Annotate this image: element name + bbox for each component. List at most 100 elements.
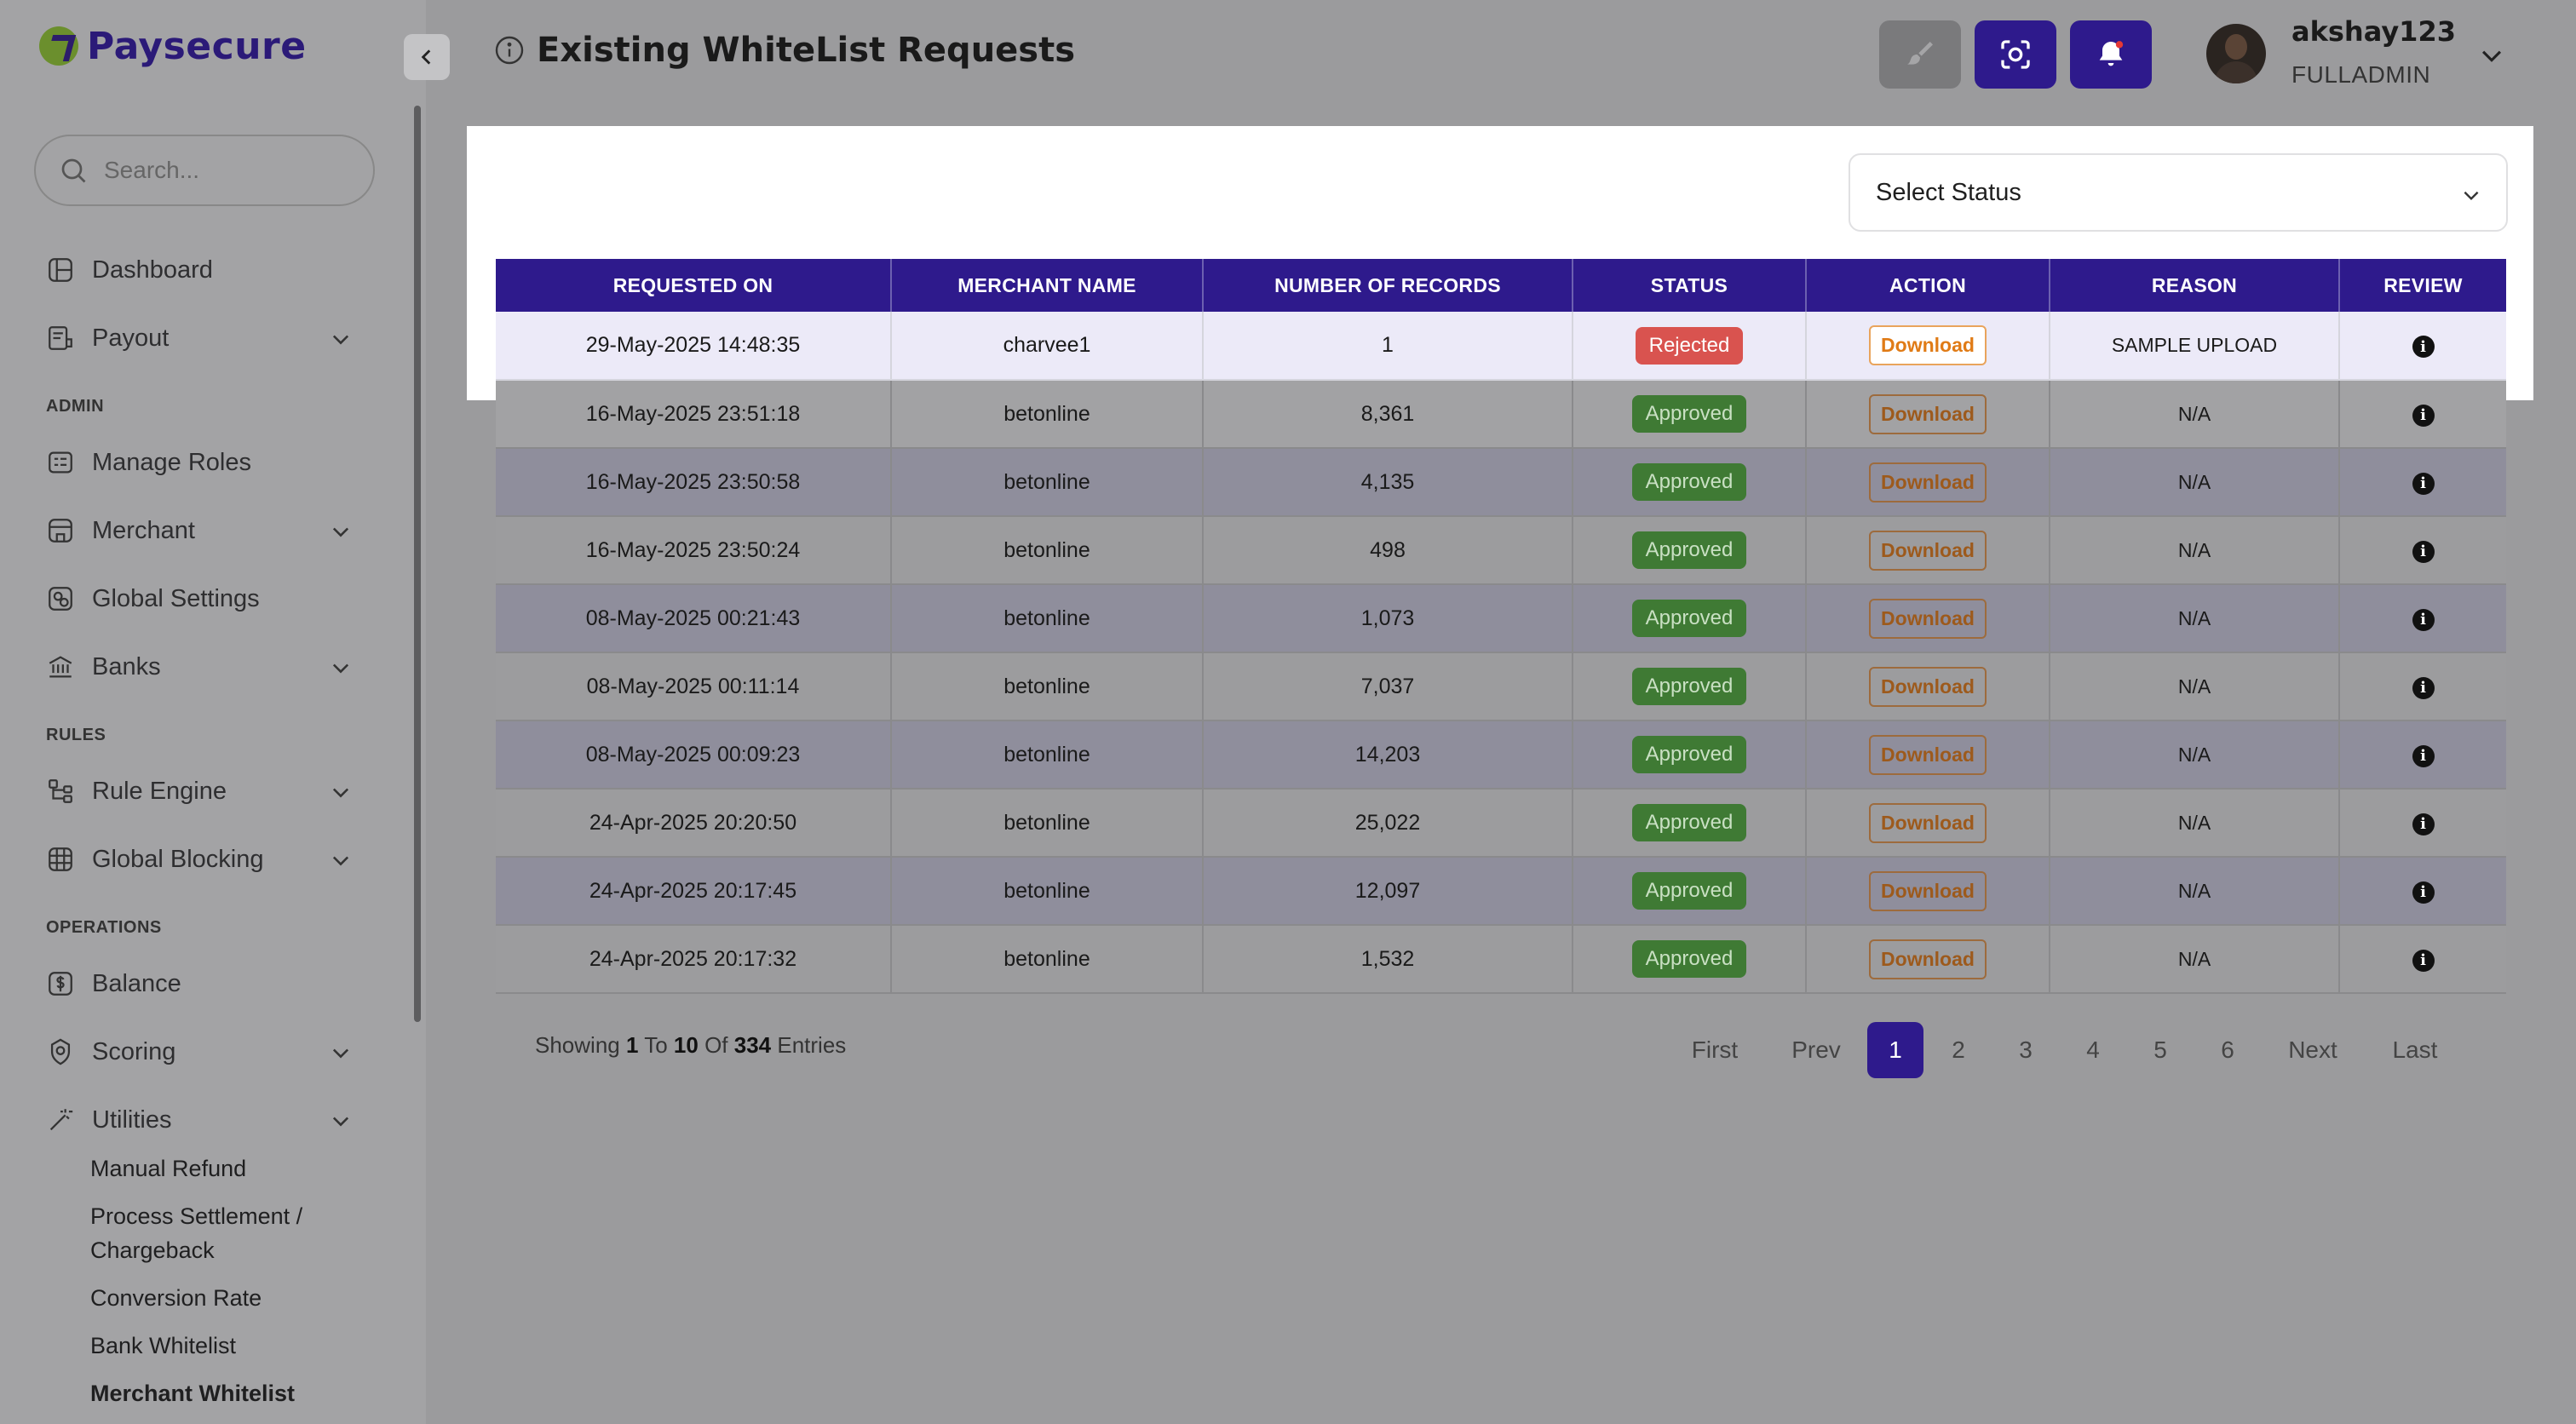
chevron-down-icon[interactable] (329, 327, 353, 351)
sidebar-item-banks[interactable]: Banks (46, 646, 353, 688)
status-badge: Approved (1631, 668, 1747, 705)
info-icon[interactable] (494, 35, 525, 66)
column-header[interactable]: REVIEW (2339, 259, 2506, 312)
download-button[interactable]: Download (1869, 530, 1987, 571)
sidebar-item-manage-roles[interactable]: Manage Roles (46, 441, 353, 484)
status-select[interactable]: Select Status (1849, 153, 2508, 232)
showing-to-label: To (644, 1032, 668, 1058)
download-button[interactable]: Download (1869, 802, 1987, 843)
sidebar-item-label: Payout (92, 324, 170, 352)
chevron-down-icon[interactable] (329, 1041, 353, 1065)
table-row: 24-Apr-2025 20:17:45 betonline 12,097 Ap… (496, 857, 2506, 926)
sidebar-subitem-bank-whitelist[interactable]: Bank Whitelist (90, 1329, 371, 1363)
review-cell: i (2339, 789, 2506, 858)
sidebar-item-scoring[interactable]: Scoring (46, 1031, 353, 1073)
pagination-page-1[interactable]: 1 (1867, 1022, 1923, 1078)
merchant-name-cell: betonline (891, 789, 1204, 858)
sidebar-item-rule-engine[interactable]: Rule Engine (46, 770, 353, 812)
sidebar-item-merchant[interactable]: Merchant (46, 509, 353, 552)
sidebar-item-label: Banks (92, 652, 161, 680)
notifications-button[interactable] (2070, 20, 2152, 89)
download-button[interactable]: Download (1869, 462, 1987, 502)
review-info-icon[interactable]: i (2412, 744, 2435, 767)
column-header[interactable]: NUMBER OF RECORDS (1203, 259, 1573, 312)
chevron-down-icon[interactable] (329, 1109, 353, 1133)
sidebar-subitem-conversion-rate[interactable]: Conversion Rate (90, 1281, 371, 1315)
merchant-name-cell: betonline (891, 380, 1204, 449)
download-button[interactable]: Download (1869, 325, 1987, 365)
sidebar-subitem-merchant-whitelist[interactable]: Merchant Whitelist (90, 1376, 371, 1410)
column-header[interactable]: MERCHANT NAME (891, 259, 1204, 312)
sidebar-item-payout[interactable]: Payout (46, 317, 353, 359)
action-cell: Download (1806, 925, 2050, 994)
chevron-down-icon[interactable] (329, 520, 353, 543)
review-info-icon[interactable]: i (2412, 336, 2435, 359)
sidebar-subitem-manual-refund[interactable]: Manual Refund (90, 1151, 371, 1186)
table-row: 16-May-2025 23:50:58 betonline 4,135 App… (496, 448, 2506, 517)
action-cell: Download (1806, 652, 2050, 721)
review-info-icon[interactable]: i (2412, 949, 2435, 972)
screenshot-button[interactable] (1975, 20, 2056, 89)
column-header[interactable]: STATUS (1573, 259, 1807, 312)
status-cell: Approved (1573, 925, 1807, 994)
global-blocking-icon (49, 847, 72, 871)
action-cell: Download (1806, 516, 2050, 585)
column-header[interactable]: REQUESTED ON (496, 259, 892, 312)
column-header[interactable]: ACTION (1806, 259, 2050, 312)
reason-cell: N/A (2050, 789, 2340, 858)
sidebar-item-balance[interactable]: Balance (46, 962, 353, 1005)
records-cell: 25,022 (1203, 789, 1573, 858)
pagination-last[interactable]: Last (2383, 1022, 2447, 1078)
review-info-icon[interactable]: i (2412, 404, 2435, 427)
avatar[interactable] (2206, 24, 2266, 83)
download-button[interactable]: Download (1869, 666, 1987, 707)
pagination-page-5[interactable]: 5 (2142, 1022, 2178, 1078)
download-button[interactable]: Download (1869, 393, 1987, 434)
download-button[interactable]: Download (1869, 870, 1987, 911)
download-button[interactable]: Download (1869, 598, 1987, 639)
sidebar-subitem-process-settlement[interactable]: Process Settlement / Chargeback (90, 1199, 371, 1267)
search-input[interactable] (104, 157, 351, 184)
sidebar-item-global-settings[interactable]: Global Settings (46, 577, 353, 620)
review-info-icon[interactable]: i (2412, 472, 2435, 495)
clear-cache-button[interactable] (1879, 20, 1961, 89)
download-button[interactable]: Download (1869, 939, 1987, 979)
search-box[interactable] (34, 135, 375, 206)
chevron-down-icon[interactable] (329, 780, 353, 804)
sidebar-item-global-blocking[interactable]: Global Blocking (46, 838, 353, 881)
review-info-icon[interactable]: i (2412, 540, 2435, 563)
showing-label: Showing (535, 1032, 620, 1058)
sidebar-collapse-button[interactable] (404, 34, 450, 80)
sidebar-item-dashboard[interactable]: Dashboard (46, 249, 353, 291)
sidebar-item-label: Manage Roles (92, 448, 251, 476)
showing-total: 334 (733, 1032, 772, 1058)
sidebar-scrollbar[interactable] (414, 106, 421, 1022)
balance-icon (49, 972, 72, 996)
brand-logo[interactable]: Paysecure (39, 19, 307, 73)
review-cell: i (2339, 721, 2506, 790)
pagination-page-2[interactable]: 2 (1941, 1022, 1976, 1078)
status-cell: Approved (1573, 789, 1807, 858)
review-info-icon[interactable]: i (2412, 676, 2435, 699)
review-info-icon[interactable]: i (2412, 812, 2435, 835)
pagination-first[interactable]: First (1676, 1022, 1753, 1078)
review-info-icon[interactable]: i (2412, 608, 2435, 631)
pagination-next[interactable]: Next (2280, 1022, 2346, 1078)
pagination-page-6[interactable]: 6 (2210, 1022, 2245, 1078)
chevron-down-icon[interactable] (2477, 41, 2506, 70)
pagination-prev[interactable]: Prev (1780, 1022, 1852, 1078)
pagination-page-4[interactable]: 4 (2075, 1022, 2111, 1078)
sidebar-item-utilities[interactable]: Utilities (46, 1099, 353, 1141)
chevron-down-icon[interactable] (329, 848, 353, 872)
action-cell: Download (1806, 380, 2050, 449)
status-cell: Approved (1573, 584, 1807, 653)
sidebar-item-label: Scoring (92, 1037, 176, 1065)
column-header[interactable]: REASON (2050, 259, 2340, 312)
download-button[interactable]: Download (1869, 734, 1987, 775)
review-info-icon[interactable]: i (2412, 881, 2435, 904)
chevron-down-icon[interactable] (329, 656, 353, 680)
section-label-operations: OPERATIONS (46, 918, 162, 937)
brush-icon (1907, 42, 1933, 65)
merchant-icon (49, 519, 72, 543)
pagination-page-3[interactable]: 3 (2008, 1022, 2044, 1078)
